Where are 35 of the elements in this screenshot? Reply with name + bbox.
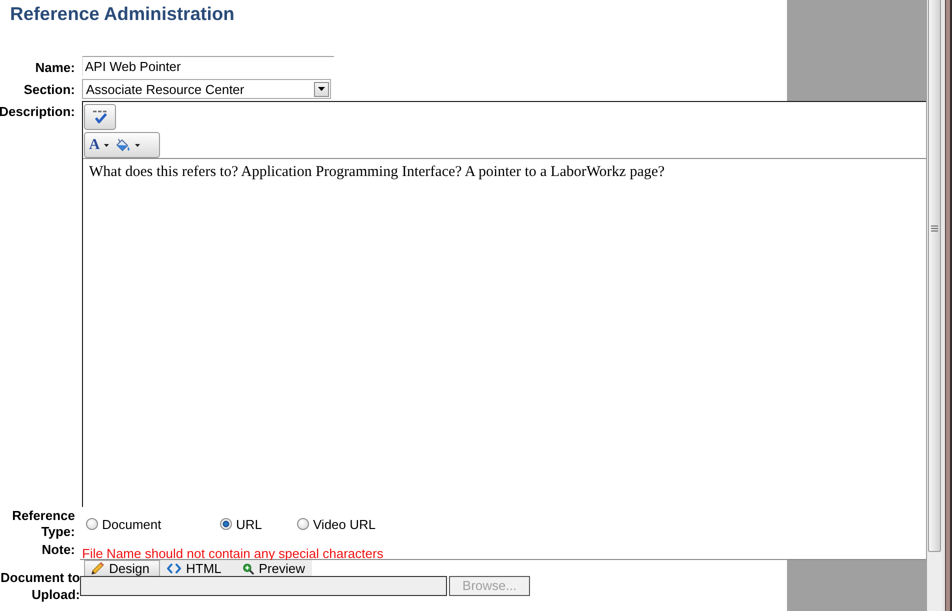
field-label: Section: — [24, 82, 76, 98]
field-label: Description: — [0, 103, 76, 120]
page-title: Reference Administration — [9, 2, 234, 24]
radio-label: URL — [236, 516, 262, 532]
paint-bucket-icon — [114, 138, 131, 152]
section-dropdown[interactable]: Associate Resource Center — [82, 79, 331, 99]
magnifier-plus-icon — [243, 562, 254, 576]
mode-tab[interactable]: HTML — [160, 560, 236, 576]
scrollbar-track[interactable] — [926, 0, 942, 611]
mode-tab[interactable]: Preview — [236, 560, 312, 576]
field-label: Name: — [35, 60, 76, 76]
pencil-icon — [91, 562, 104, 575]
caret-icon — [318, 87, 325, 91]
caret-icon — [134, 144, 140, 146]
radio-label: Video URL — [313, 516, 376, 532]
dropdown-button[interactable] — [314, 82, 329, 96]
field-label: Note: — [42, 542, 76, 559]
field-label: Document to Upload: — [0, 568, 80, 602]
note-text: File Name should not contain any special characters — [82, 547, 384, 561]
field-label: Reference Type: — [11, 508, 76, 540]
radio-button[interactable] — [86, 518, 98, 530]
name-field[interactable]: API Web Pointer — [82, 56, 334, 76]
font-color-button[interactable]: A — [89, 136, 109, 154]
radio-button[interactable] — [297, 518, 309, 530]
mode-tab[interactable]: Design — [84, 560, 160, 576]
spellcheck-button[interactable] — [84, 104, 116, 130]
highlight-button[interactable] — [114, 136, 140, 154]
dropdown-value: Associate Resource Center — [86, 82, 244, 96]
radio-button[interactable] — [220, 518, 232, 530]
grip-icon — [931, 225, 938, 232]
radio-label: Document — [102, 516, 162, 532]
code-icon — [167, 563, 181, 574]
spellcheck-icon — [91, 109, 109, 125]
scrollbar-thumb[interactable] — [928, 0, 941, 552]
caret-icon — [104, 144, 109, 146]
